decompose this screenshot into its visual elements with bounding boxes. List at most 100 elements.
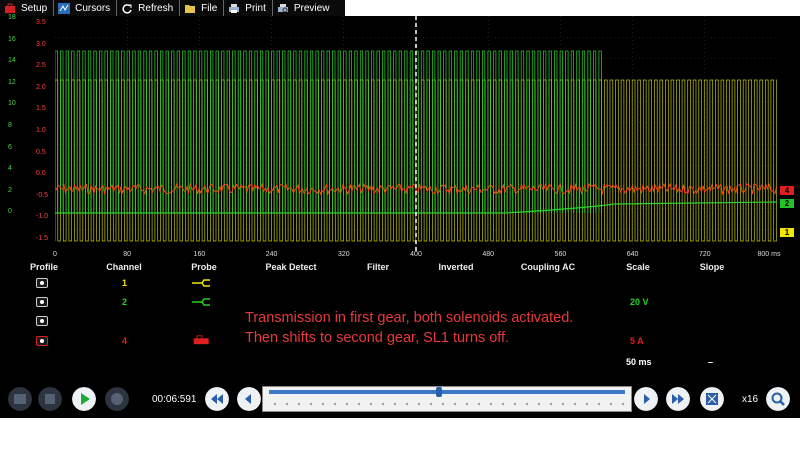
record-icon[interactable] [105,387,129,411]
header-scale: Scale [626,262,650,272]
slider-tick [334,403,336,405]
channel-2-trace [55,50,602,213]
green-axis-tick: 12 [8,78,16,86]
header-profile: Profile [29,262,59,272]
slider-tick [538,403,540,405]
red-axis-tick: 3.5 [36,19,46,26]
red-axis-tick: 0.5 [36,148,46,156]
header-channel: Channel [106,262,142,272]
slider-tick [370,403,372,405]
time-tick: 720 [698,251,711,258]
playback-controls: 00:06:591 x16 [0,380,800,418]
slope-value[interactable]: – [708,357,713,367]
channel-tag-2[interactable]: 2 [780,199,794,208]
red-axis-tick: 3.0 [36,40,46,48]
slider-tick [406,403,408,405]
slider-tick [310,403,312,405]
green-axis-tick: 18 [8,14,16,21]
profile-eye-icon[interactable] [36,336,48,346]
green-axis-tick: 8 [8,122,12,129]
slider-tick [382,403,384,405]
channel-number: 2 [122,297,128,307]
channel-tag-1[interactable]: 1 [780,228,794,237]
channel-number: 1 [122,278,128,288]
scale-value[interactable]: 20 V [630,297,649,307]
slider-tick [598,403,600,405]
fast-forward-icon[interactable] [666,387,690,411]
file-label: File [201,2,218,14]
channel-number: 4 [122,336,128,346]
profile-eye-icon[interactable] [36,316,48,326]
time-tick: 480 [482,251,495,258]
red-axis-tick: 2.5 [36,62,46,70]
slider-tick [466,403,468,405]
profile-eye-icon[interactable] [36,297,48,307]
refresh-label: Refresh [138,2,174,14]
magnifier-icon[interactable] [766,387,790,411]
save-icon[interactable] [8,387,32,411]
profile-eye-icon[interactable] [36,278,48,288]
refresh-icon [122,3,132,14]
playback-slider[interactable] [262,386,632,412]
slider-tick [430,403,432,405]
slider-tick [286,403,288,405]
rewind-icon[interactable] [205,387,229,411]
header-filter: Filter [366,262,390,272]
step-back-icon[interactable] [237,387,261,411]
folder-icon [185,4,196,13]
timecode: 00:06:591 [152,394,197,405]
header-slope: Slope [699,262,725,272]
header-peak-detect: Peak Detect [265,262,317,272]
refresh-button[interactable]: Refresh [117,0,181,16]
waveform-plot[interactable] [55,16,777,251]
stop-icon[interactable] [38,387,62,411]
slider-tick [610,403,612,405]
setup-label: Setup [21,2,48,14]
voltage-probe-icon[interactable] [190,278,214,288]
play-icon[interactable] [72,387,96,411]
preview-button[interactable]: Preview [273,0,336,16]
printer-icon [229,3,240,13]
cursors-label: Cursors [75,2,111,14]
green-axis-tick: 14 [8,57,16,65]
scale-value[interactable]: 5 A [630,336,644,346]
time-tick: 400 [410,251,422,258]
time-tick: 240 [265,251,278,258]
slider-tick [622,403,624,405]
slider-tick [298,403,300,405]
slider-tick [418,403,420,405]
file-button[interactable]: File [180,0,225,16]
scope-display[interactable]: 18 16 14 12 10 8 6 4 2 0 3.5 3.0 2.5 2.0 1.5 1.0 0.5 0.0… [0,14,800,251]
slider-ticks [274,403,624,405]
cursors-button[interactable]: Cursors [54,0,118,16]
header-coupling-ac: Coupling AC [520,262,576,272]
step-forward-icon[interactable] [634,387,658,411]
current-clamp-icon[interactable] [190,335,214,345]
time-tick: 800 ms [757,251,781,258]
slider-tick [454,403,456,405]
zoom-fit-icon[interactable] [700,387,724,411]
annotation-line-1: Transmission in first gear, both solenoi… [245,310,574,326]
green-axis-tick: 6 [8,143,12,151]
scale-value[interactable]: 20 V [630,278,649,288]
green-axis-tick: 0 [8,208,12,216]
time-tick: 640 [626,251,639,258]
red-axis-tick: 1.5 [36,105,46,113]
toolbox-icon [5,3,15,13]
voltage-probe-icon[interactable] [190,297,214,307]
preview-label: Preview [293,2,330,14]
slider-tick [274,403,276,405]
channel-row-1[interactable]: 1 20 V [0,278,800,296]
channel-table: Profile Channel Probe Peak Detect Filter… [0,260,800,380]
header-probe: Probe [191,262,217,272]
slider-tick [442,403,444,405]
channel-tag-4[interactable]: 4 [780,186,794,195]
slider-tick [394,403,396,405]
annotation-text: Transmission in first gear, both solenoi… [245,308,573,348]
red-axis-tick: 2.0 [36,83,46,91]
cursors-icon [58,2,71,14]
time-per-division[interactable]: 50 ms [626,357,652,367]
print-button[interactable]: Print [224,0,273,16]
slider-tick [478,403,480,405]
slider-tick [562,403,564,405]
